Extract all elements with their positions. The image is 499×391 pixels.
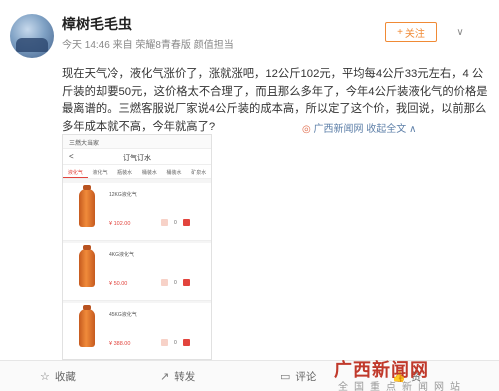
- embed-tab: 瓶装水: [117, 170, 133, 176]
- comment-icon: ▭: [280, 371, 291, 383]
- product-price: ¥ 50.00: [109, 281, 128, 287]
- embed-tab: 矿泉水: [191, 170, 207, 176]
- plus-icon: [182, 279, 190, 286]
- embedded-screenshot[interactable]: 三燃大当家 < 订气订水 液化气 液化气 瓶装水 桶装水 桶装水 矿泉水 12K…: [62, 134, 212, 360]
- embed-tab: 桶装水: [141, 170, 157, 176]
- post-text: 现在天气冷，液化气涨价了，涨就涨吧，12公斤102元，平均每4公斤33元左右，4…: [62, 68, 488, 133]
- watermark-tagline: 全国重点新闻网站: [338, 382, 466, 391]
- gas-cylinder-icon: [79, 245, 95, 287]
- quantity-value: 0: [174, 279, 177, 286]
- plus-icon: [182, 219, 190, 226]
- embed-tab: 液化气: [92, 170, 108, 176]
- product-item: 45KG液化气 ¥ 388.00 0: [63, 303, 211, 359]
- minus-icon: [161, 279, 168, 286]
- gas-cylinder-icon: [79, 305, 95, 347]
- chevron-up-icon: ∧: [409, 124, 417, 135]
- product-item: 4KG液化气 ¥ 50.00 0: [63, 243, 211, 301]
- embed-tab: 桶装水: [166, 170, 182, 176]
- embed-tab: 液化气: [63, 165, 88, 178]
- watermark: 广西新闻网 全国重点新闻网站: [322, 356, 499, 391]
- quantity-stepper: 0: [161, 219, 190, 226]
- share-icon: ↗: [160, 371, 170, 383]
- follow-label: 关注: [404, 28, 425, 40]
- plus-icon: [182, 339, 190, 346]
- collapse-label[interactable]: 收起全文: [366, 124, 406, 135]
- comment-label: 评论: [295, 371, 317, 383]
- product-name: 45KG液化气: [109, 312, 137, 318]
- follow-button[interactable]: + 关注: [385, 22, 437, 42]
- product-name: 12KG液化气: [109, 192, 137, 198]
- minus-icon: [161, 219, 168, 226]
- product-name: 4KG液化气: [109, 252, 135, 258]
- quantity-value: 0: [174, 339, 177, 346]
- source-name: 广西新闻网: [313, 124, 364, 135]
- chevron-down-icon[interactable]: ∨: [450, 22, 470, 42]
- embed-nav: < 订气订水: [63, 149, 211, 165]
- collect-button[interactable]: ☆ 收藏: [40, 369, 76, 384]
- embed-title: 订气订水: [123, 155, 151, 162]
- share-label: 转发: [174, 371, 196, 383]
- share-button[interactable]: ↗ 转发: [160, 369, 195, 384]
- quantity-value: 0: [174, 219, 177, 226]
- minus-icon: [161, 339, 168, 346]
- comment-button[interactable]: ▭ 评论: [280, 369, 316, 384]
- source-link[interactable]: ◎ 广西新闻网 收起全文 ∧: [300, 120, 417, 135]
- embed-tabs: 液化气 液化气 瓶装水 桶装水 桶装水 矿泉水: [63, 165, 211, 179]
- collect-label: 收藏: [54, 371, 76, 383]
- gas-cylinder-icon: [79, 185, 95, 227]
- embed-app-bar: 三燃大当家: [63, 135, 211, 149]
- product-price: ¥ 102.00: [109, 221, 131, 227]
- product-item: 12KG液化气 ¥ 102.00 0: [63, 183, 211, 241]
- avatar[interactable]: [10, 14, 54, 58]
- post-header: 樟树毛毛虫 今天 14:46 来自 荣耀8青春版 颜值担当 + 关注 ∨: [0, 0, 499, 64]
- post-meta: 今天 14:46 来自 荣耀8青春版 颜值担当: [62, 40, 234, 51]
- product-list: 12KG液化气 ¥ 102.00 0 4KG液化气 ¥ 50.00 0 45KG…: [63, 179, 211, 359]
- quantity-stepper: 0: [161, 339, 190, 346]
- star-icon: ☆: [40, 371, 50, 383]
- username[interactable]: 樟树毛毛虫: [62, 14, 132, 34]
- product-price: ¥ 388.00: [109, 341, 131, 347]
- location-pin-icon: ◎: [302, 124, 311, 135]
- plus-icon: +: [397, 26, 403, 38]
- quantity-stepper: 0: [161, 279, 190, 286]
